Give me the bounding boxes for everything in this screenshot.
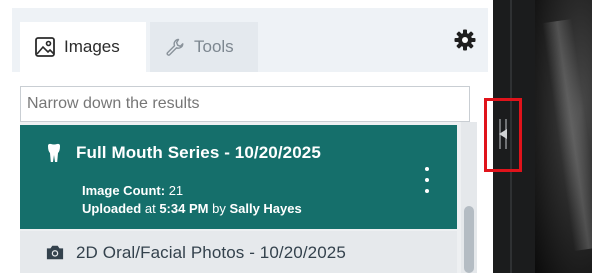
search-input[interactable]	[20, 86, 470, 122]
uploader-name: Sally Hayes	[229, 201, 302, 216]
collapse-panel-handle[interactable]	[484, 98, 522, 172]
collapse-arrow-icon	[499, 119, 507, 149]
list-item-full-mouth-series[interactable]: Full Mouth Series - 10/20/2025 Image Cou…	[20, 125, 457, 229]
tooth-icon	[46, 143, 64, 163]
camera-icon	[46, 243, 64, 263]
image-count-value: 21	[168, 183, 184, 198]
list-item-oral-facial-photos[interactable]: 2D Oral/Facial Photos - 10/20/2025	[20, 231, 457, 273]
scrollbar-thumb[interactable]	[464, 206, 474, 273]
tab-tools-label: Tools	[194, 37, 234, 56]
gear-icon[interactable]	[453, 28, 479, 54]
tab-bar: Images Tools	[12, 8, 488, 72]
wrench-icon	[164, 36, 186, 58]
image-series-list: Full Mouth Series - 10/20/2025 Image Cou…	[20, 122, 477, 273]
uploaded-by-word: by	[212, 201, 226, 216]
image-count-label: Image Count:	[82, 183, 166, 198]
more-options-icon[interactable]	[420, 167, 434, 193]
uploaded-label: Uploaded	[82, 201, 142, 216]
image-count-line: Image Count: 21	[82, 183, 183, 198]
images-panel: Images Tools Narrow down the results Ful…	[0, 0, 492, 273]
image-icon	[34, 36, 56, 58]
uploaded-line: Uploaded at 5:34 PM by Sally Hayes	[82, 201, 302, 216]
uploaded-at-word: at	[144, 201, 156, 216]
list-scrollbar[interactable]	[461, 122, 477, 273]
list-item-title: 2D Oral/Facial Photos - 10/20/2025	[76, 243, 346, 262]
tab-images-label: Images	[64, 37, 120, 56]
list-item-title: Full Mouth Series - 10/20/2025	[76, 143, 321, 162]
list-item-title-row: 2D Oral/Facial Photos - 10/20/2025	[46, 243, 346, 263]
tab-images[interactable]: Images	[20, 22, 146, 72]
tab-tools[interactable]: Tools	[150, 22, 258, 72]
uploaded-time: 5:34 PM	[159, 201, 209, 216]
list-item-title-row: Full Mouth Series - 10/20/2025	[46, 143, 321, 163]
